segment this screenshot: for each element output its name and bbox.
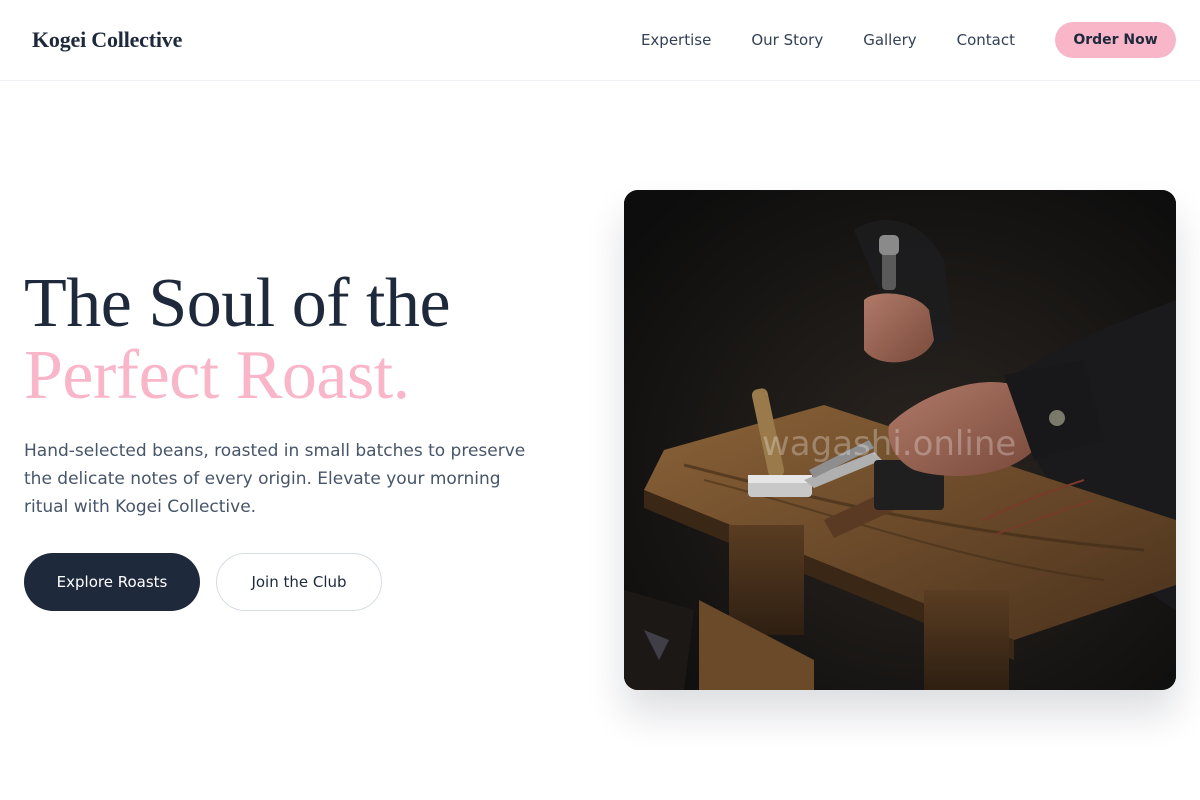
nav-link-gallery[interactable]: Gallery: [863, 31, 916, 49]
brand-logo[interactable]: Kogei Collective: [32, 27, 182, 53]
hero-description: Hand-selected beans, roasted in small ba…: [24, 441, 526, 517]
hero-title: The Soul of the Perfect Roast.: [24, 265, 451, 414]
hero-title-line-2: Perfect Roast.: [24, 337, 410, 414]
nav-link-expertise[interactable]: Expertise: [641, 31, 711, 49]
join-club-button[interactable]: Join the Club: [216, 553, 382, 611]
image-watermark: wagashi.online: [762, 424, 1017, 464]
hero-image: wagashi.online: [624, 190, 1176, 690]
hero-title-line-1: The Soul of the: [24, 265, 451, 342]
explore-roasts-button[interactable]: Explore Roasts: [24, 553, 200, 611]
main-nav: Expertise Our Story Gallery Contact Orde…: [641, 22, 1176, 58]
nav-link-contact[interactable]: Contact: [957, 31, 1015, 49]
nav-link-our-story[interactable]: Our Story: [751, 31, 823, 49]
hero-actions: Explore Roasts Join the Club: [24, 553, 382, 611]
order-now-button[interactable]: Order Now: [1055, 22, 1176, 58]
site-header: Kogei Collective Expertise Our Story Gal…: [0, 0, 1200, 81]
